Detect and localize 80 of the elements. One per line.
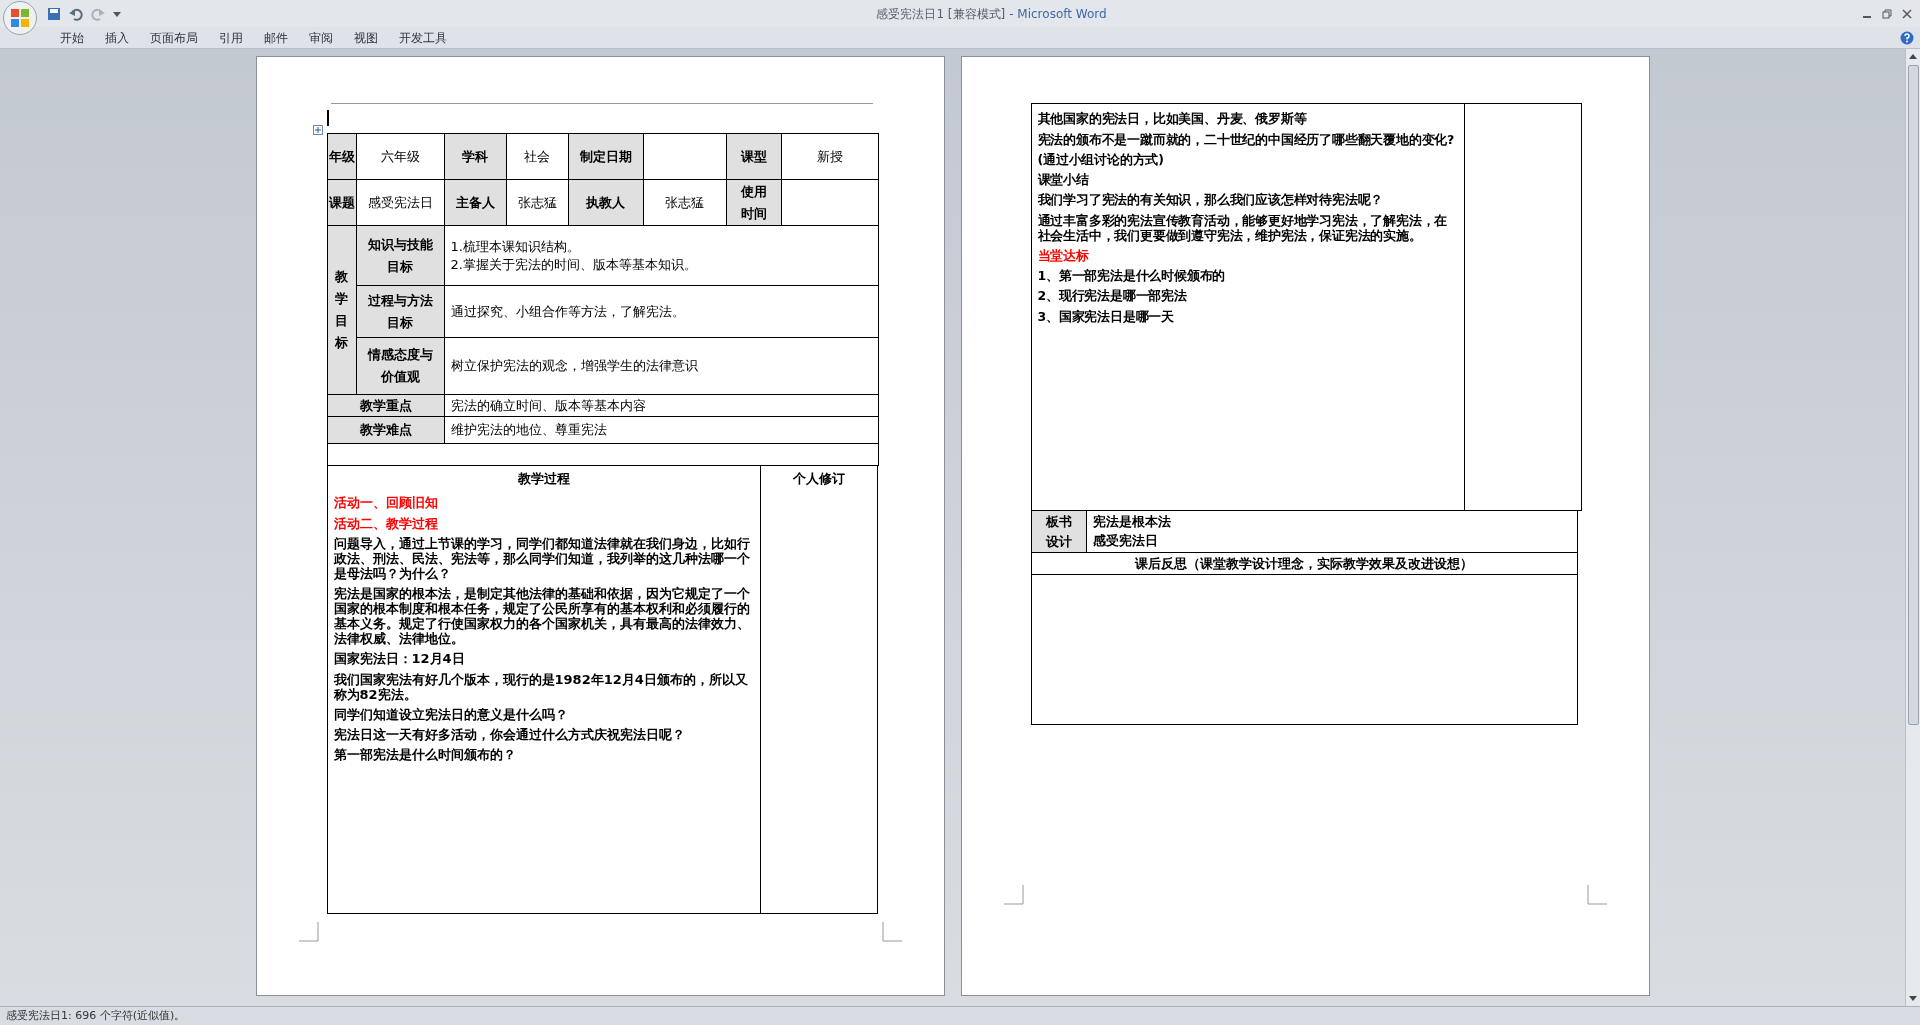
paragraph: 第一部宪法是什么时间颁布的？ <box>333 747 516 763</box>
header-cell: 主备人 <box>444 179 506 226</box>
paragraph: 宪法是国家的根本法，是制定其他法律的基础和依据，因为它规定了一个国家的根本制度和根本任务，规定了公民所享有的基本权利和必须履行的基本义务。规定了行使国家权力的各个国家机关，具有最高的法律效力、法律权威、法律地位。 <box>333 586 751 646</box>
customize-caret-icon[interactable] <box>113 9 121 18</box>
table-cell: 张志猛 <box>506 179 568 226</box>
ribbon-tab[interactable]: 开始 <box>60 28 84 47</box>
vertical-scrollbar[interactable] <box>1905 49 1920 1006</box>
table-cell: 张志猛 <box>643 179 726 226</box>
goal-text: 树立保护宪法的观念，增强学生的法律意识 <box>450 357 699 375</box>
corner-mark-icon <box>881 922 902 942</box>
paragraph: 活动二、教学过程 <box>333 515 438 531</box>
table-move-handle-icon[interactable] <box>312 125 323 135</box>
paragraph: 我们国家宪法有好几个版本，现行的是1982年12月4日颁布的，所以又称为82宪法。 <box>333 671 749 702</box>
header-cell: 教学重点 <box>327 394 444 417</box>
window-title: 感受宪法日1 [兼容模式] <box>876 5 1006 23</box>
ribbon-tab[interactable]: 开发工具 <box>399 28 447 47</box>
header-cell: 课题 <box>327 179 356 226</box>
table-cell: 宪法的确立时间、版本等基本内容 <box>444 394 878 417</box>
close-icon[interactable] <box>1902 8 1912 19</box>
paragraph: 我们学习了宪法的有关知识，那么我们应该怎样对待宪法呢？ <box>1037 192 1384 208</box>
paragraph: (通过小组讨论的方式) <box>1037 151 1164 167</box>
paragraph: 当堂达标 <box>1037 247 1089 263</box>
paragraph: 国家宪法日：12月4日 <box>333 651 465 667</box>
app-name: - Microsoft Word <box>1009 5 1107 23</box>
goal-text: 2.掌握关于宪法的时间、版本等基本知识。 <box>450 255 698 274</box>
header-cell: 学科 <box>444 133 506 180</box>
ribbon-tab[interactable]: 页面布局 <box>150 28 198 47</box>
paragraph: 课堂小结 <box>1037 172 1089 187</box>
goal-text: 通过探究、小组合作等方法，了解宪法。 <box>450 302 686 321</box>
restore-icon[interactable] <box>1882 8 1892 19</box>
ribbon-tab[interactable]: 审阅 <box>309 28 333 47</box>
table-cell: 感受宪法日 <box>356 179 444 226</box>
paragraph: 1、第一部宪法是什么时候颁布的 <box>1037 268 1226 283</box>
ribbon-tab[interactable]: 视图 <box>354 28 378 47</box>
help-icon[interactable] <box>1900 30 1914 45</box>
corner-mark-icon <box>298 922 319 942</box>
header-cell: 过程与方法目标 <box>356 285 444 338</box>
board-text: 宪法是根本法 <box>1092 513 1171 531</box>
table-cell: 新授 <box>781 133 878 180</box>
header-cell: 知识与技能目标 <box>356 225 444 286</box>
scroll-down-icon[interactable] <box>1909 994 1917 1002</box>
header-cell: 教学难点 <box>327 416 444 444</box>
table-cell: 维护宪法的地位、尊重宪法 <box>444 416 878 444</box>
paragraph: 宪法的颁布不是一蹴而就的，二十世纪的中国经历了哪些翻天覆地的变化? <box>1037 131 1455 147</box>
corner-mark-icon <box>1003 885 1024 905</box>
paragraph: 宪法日这一天有好多活动，你会通过什么方式庆祝宪法日呢？ <box>333 727 685 742</box>
table-cell: 社会 <box>506 133 568 180</box>
paragraph: 同学们知道设立宪法日的意义是什么吗？ <box>333 706 568 722</box>
header-cell: 执教人 <box>568 179 643 226</box>
table-cell: 六年级 <box>356 133 444 180</box>
paragraph: 通过丰富多彩的宪法宣传教育活动，能够更好地学习宪法，了解宪法，在社会生活中，我们更要做到遵守宪法，维护宪法，保证宪法的实施。 <box>1037 212 1449 243</box>
text-cursor <box>326 110 329 126</box>
paragraph: 2、现行宪法是哪一部宪法 <box>1037 288 1187 304</box>
board-text: 感受宪法日 <box>1092 532 1159 550</box>
save-icon[interactable] <box>47 6 61 21</box>
office-button[interactable] <box>3 0 37 35</box>
ribbon-tab[interactable]: 引用 <box>219 28 243 47</box>
header-cell: 使用时间 <box>726 179 781 226</box>
scroll-up-icon[interactable] <box>1909 53 1917 61</box>
header-cell: 课型 <box>726 133 781 180</box>
header-cell: 情感态度与价值观 <box>356 337 444 395</box>
ribbon-tab[interactable]: 邮件 <box>264 28 288 47</box>
column-heading: 个人修订 <box>791 470 846 488</box>
goal-text: 1.梳理本课知识结构。 <box>450 237 581 256</box>
paragraph: 问题导入，通过上节课的学习，同学们都知道法律就在我们身边，比如行政法、刑法、民法、宪法等，那么同学们知道，我列举的这几种法哪一个是母法吗？为什么？ <box>333 535 751 581</box>
paragraph: 3、国家宪法日是哪一天 <box>1037 308 1174 324</box>
undo-icon[interactable] <box>69 6 83 21</box>
corner-mark-icon <box>1586 885 1607 905</box>
status-text: 感受宪法日1: 696 个字符(近似值)。 <box>6 1007 186 1024</box>
header-cell: 年级 <box>327 133 356 180</box>
scroll-thumb[interactable] <box>1907 65 1919 725</box>
office-logo-icon <box>9 6 31 29</box>
section-heading: 课后反思（课堂教学设计理念，实际教学效果及改进设想） <box>1135 554 1473 573</box>
header-cell: 制定日期 <box>568 133 643 180</box>
ribbon-tab[interactable]: 插入 <box>105 28 129 47</box>
header-cell: 板书设计 <box>1031 511 1087 552</box>
paragraph: 活动一、回顾旧知 <box>333 495 438 511</box>
paragraph: 其他国家的宪法日，比如美国、丹麦、俄罗斯等 <box>1037 111 1307 127</box>
column-heading: 教学过程 <box>516 470 571 488</box>
header-cell: 教学目标 <box>327 225 356 395</box>
